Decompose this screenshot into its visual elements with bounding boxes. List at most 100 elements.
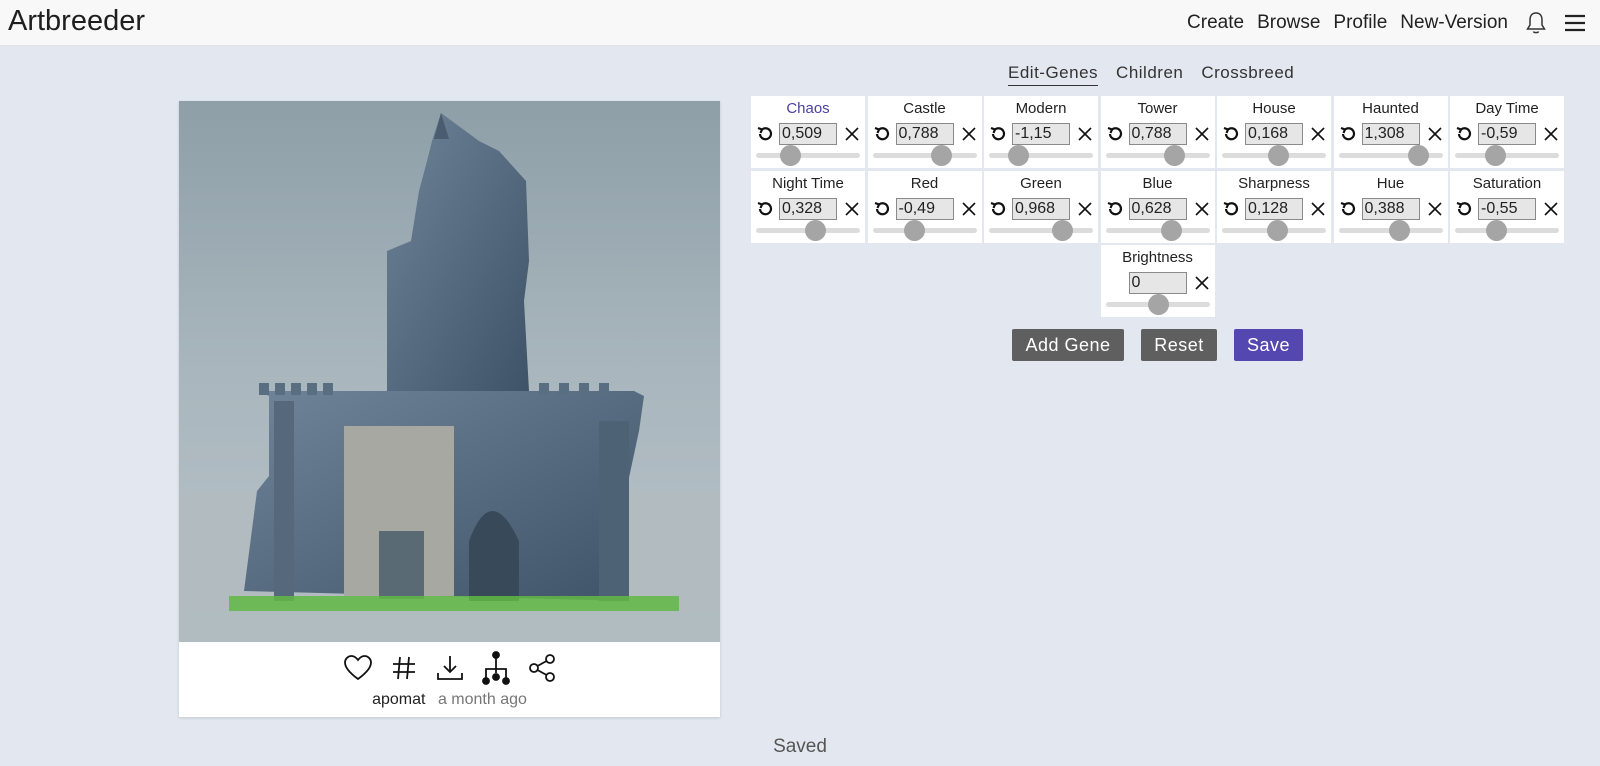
gene-value-input[interactable] (1361, 197, 1420, 220)
close-icon[interactable] (843, 125, 861, 143)
slider-thumb[interactable] (1407, 145, 1429, 166)
undo-icon[interactable] (989, 200, 1007, 218)
gene-value-input[interactable] (1128, 197, 1187, 220)
gene-slider[interactable] (989, 145, 1093, 166)
close-icon[interactable] (1426, 125, 1444, 143)
slider-thumb[interactable] (1164, 145, 1186, 166)
undo-icon[interactable] (1106, 125, 1124, 143)
family-tree-icon[interactable] (480, 651, 512, 685)
gene-tower: Tower (1100, 96, 1215, 168)
gene-value-input[interactable] (1012, 123, 1070, 145)
gene-value-input[interactable] (779, 197, 837, 220)
gene-value-input[interactable] (895, 123, 954, 145)
undo-icon[interactable] (1222, 125, 1240, 143)
slider-thumb[interactable] (1388, 219, 1410, 241)
gene-slider[interactable] (1222, 219, 1326, 241)
slider-thumb[interactable] (805, 219, 827, 241)
tab-children[interactable]: Children (1116, 63, 1183, 86)
close-icon[interactable] (1542, 125, 1560, 143)
share-icon[interactable] (526, 652, 558, 684)
gene-slider[interactable] (1105, 219, 1210, 241)
close-icon[interactable] (1309, 200, 1327, 218)
close-icon[interactable] (1193, 274, 1211, 292)
close-icon[interactable] (1309, 125, 1327, 143)
gene-value-input[interactable] (1245, 123, 1303, 145)
gene-slider[interactable] (1105, 145, 1210, 166)
save-button[interactable]: Save (1234, 329, 1303, 361)
slider-thumb[interactable] (780, 145, 802, 166)
reset-button[interactable]: Reset (1141, 329, 1217, 361)
close-icon[interactable] (1076, 200, 1094, 218)
tab-edit-genes[interactable]: Edit-Genes (1008, 63, 1099, 86)
gene-slider[interactable] (1455, 219, 1559, 241)
slider-thumb[interactable] (1147, 294, 1169, 315)
gene-slider[interactable] (872, 145, 977, 166)
nav-new-version[interactable]: New-Version (1400, 12, 1508, 34)
gene-value-input[interactable] (895, 197, 954, 220)
close-icon[interactable] (1426, 200, 1444, 218)
gene-slider[interactable] (872, 219, 977, 241)
gene-slider[interactable] (756, 145, 860, 166)
gene-value-input[interactable] (1128, 123, 1187, 145)
slider-thumb[interactable] (1485, 219, 1507, 241)
close-icon[interactable] (1193, 200, 1211, 218)
close-icon[interactable] (1193, 125, 1211, 143)
gene-slider[interactable] (1338, 219, 1443, 241)
undo-icon[interactable] (1339, 125, 1357, 143)
undo-icon[interactable] (1455, 125, 1473, 143)
close-icon[interactable] (843, 200, 861, 218)
gene-name: Saturation (1472, 174, 1542, 192)
gene-value-input[interactable] (1245, 197, 1303, 220)
undo-icon[interactable] (1106, 200, 1124, 218)
nav-profile[interactable]: Profile (1333, 12, 1387, 34)
nav-browse[interactable]: Browse (1257, 12, 1320, 34)
undo-icon[interactable] (1455, 200, 1473, 218)
bell-icon[interactable] (1523, 10, 1549, 36)
add-gene-button[interactable]: Add Gene (1012, 329, 1124, 361)
slider-thumb[interactable] (1484, 145, 1506, 166)
slider-thumb[interactable] (1161, 219, 1183, 241)
undo-icon[interactable] (873, 200, 891, 218)
menu-icon[interactable] (1563, 11, 1587, 35)
gene-slider[interactable] (989, 219, 1093, 241)
slider-thumb[interactable] (931, 145, 953, 166)
close-icon[interactable] (960, 125, 978, 143)
gene-value-input[interactable] (1361, 123, 1420, 145)
heart-icon[interactable] (342, 652, 374, 684)
gene-value-input[interactable] (1478, 123, 1536, 145)
nav-create[interactable]: Create (1187, 12, 1244, 34)
undo-icon[interactable] (873, 125, 891, 143)
gene-slider[interactable] (1338, 145, 1443, 166)
undo-icon[interactable] (989, 125, 1007, 143)
save-status: Saved (773, 736, 827, 757)
undo-icon[interactable] (756, 125, 774, 143)
slider-thumb[interactable] (1008, 145, 1030, 166)
gene-slider[interactable] (1105, 294, 1210, 315)
gene-value-input[interactable] (1478, 197, 1536, 220)
undo-icon[interactable] (1339, 200, 1357, 218)
gene-value-input[interactable] (1012, 197, 1070, 220)
close-icon[interactable] (1542, 200, 1560, 218)
gene-blue: Blue (1100, 170, 1215, 243)
close-icon[interactable] (960, 200, 978, 218)
gene-name[interactable]: Chaos (751, 100, 865, 117)
undo-icon[interactable] (756, 200, 774, 218)
app-logo[interactable]: Artbreeder (8, 5, 145, 38)
gene-modern: Modern (984, 96, 1098, 168)
download-icon[interactable] (434, 652, 466, 684)
gene-slider[interactable] (1455, 145, 1559, 166)
gene-value-input[interactable] (1128, 272, 1187, 294)
gene-slider[interactable] (756, 219, 860, 241)
undo-icon[interactable] (1222, 200, 1240, 218)
slider-thumb[interactable] (904, 219, 926, 241)
gene-castle: Castle (867, 96, 982, 168)
author-link[interactable]: apomat (372, 691, 425, 708)
slider-thumb[interactable] (1051, 219, 1073, 241)
gene-slider[interactable] (1222, 145, 1326, 166)
slider-thumb[interactable] (1267, 219, 1289, 241)
close-icon[interactable] (1076, 125, 1094, 143)
gene-value-input[interactable] (779, 123, 837, 145)
tab-crossbreed[interactable]: Crossbreed (1201, 63, 1294, 86)
hashtag-icon[interactable] (388, 652, 420, 684)
slider-thumb[interactable] (1268, 145, 1290, 166)
